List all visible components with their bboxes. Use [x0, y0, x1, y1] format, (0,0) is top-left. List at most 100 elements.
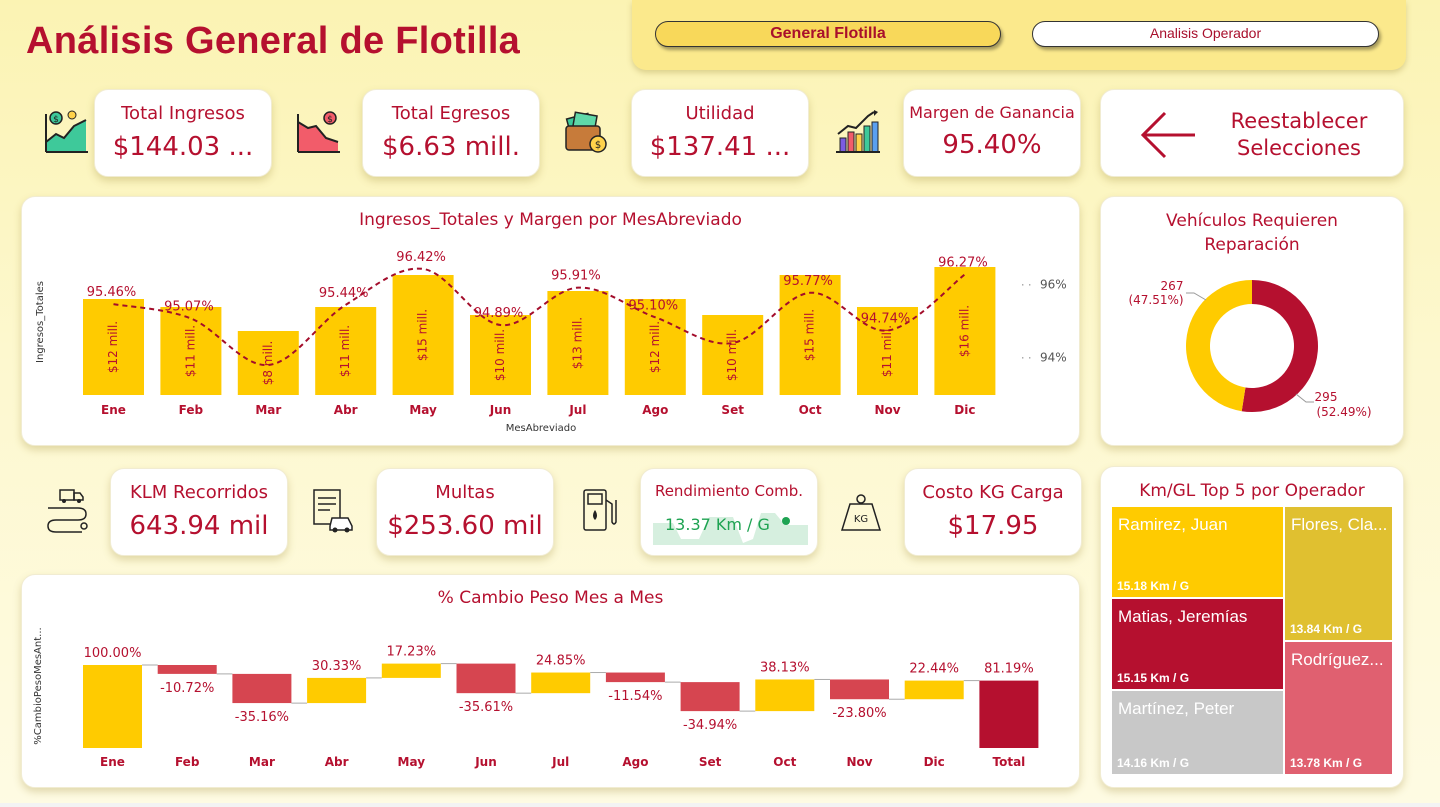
svg-text:$: $: [595, 140, 601, 151]
treemap-cell[interactable]: Rodríguez... 13.78 Km / G: [1285, 642, 1392, 774]
margin-data-label: 94.74%: [861, 312, 911, 327]
margin-data-label: 95.44%: [319, 286, 369, 301]
x-tick-label: Jul: [568, 403, 586, 417]
donut-value-label: 295: [1315, 390, 1338, 404]
revenue-bar-label: $11 mill.: [880, 325, 894, 377]
y2-tick-dots: · ·: [1021, 278, 1032, 291]
waterfall-bar: [381, 663, 441, 678]
x-tick-label: Mar: [249, 755, 275, 769]
income-chart-icon: $: [45, 110, 88, 153]
ingresos-margen-chart: $12 mill. Ene $11 mill. Feb $8 mill. Mar $11 m…: [35, 250, 1067, 434]
treemap-operator-name: Flores, Cla...: [1291, 515, 1388, 534]
leader-line: [1186, 292, 1207, 301]
waterfall-bar: [680, 682, 740, 712]
expense-chart-icon: $: [297, 111, 340, 153]
y2-tick-dots: · ·: [1021, 352, 1032, 365]
waterfall-bar: [755, 679, 815, 712]
waterfall-data-label: 38.13%: [760, 660, 810, 675]
x-tick-label: Total: [993, 755, 1026, 769]
revenue-bar-label: $11 mill.: [183, 325, 197, 377]
revenue-bar-label: $11 mill.: [338, 325, 352, 377]
kpi-label: KLM Recorridos: [129, 482, 269, 503]
chart-title: Km/GL Top 5 por Operador: [1139, 481, 1365, 501]
svg-text:$: $: [53, 115, 59, 125]
margin-data-label: 95.10%: [629, 298, 679, 313]
margin-data-label: 94.89%: [474, 306, 524, 321]
treemap-cell[interactable]: Flores, Cla... 13.84 Km / G: [1285, 507, 1392, 640]
revenue-bar-label: $12 mill.: [648, 321, 662, 373]
margin-data-label: 95.46%: [87, 285, 137, 300]
kpi-total-egresos-card: Total Egresos $6.63 mill.: [362, 89, 540, 177]
reset-selections-button[interactable]: Reestablecer Selecciones: [1100, 89, 1404, 177]
page-title: Análisis General de Flotilla: [26, 20, 521, 62]
nav-analisis-operador-button[interactable]: Analisis Operador: [1032, 21, 1379, 47]
kpi-value: $144.03 ...: [112, 132, 254, 162]
treemap-operator-name: Matias, Jeremías: [1118, 607, 1248, 626]
waterfall-data-label: 24.85%: [536, 654, 586, 669]
x-tick-label: Oct: [773, 755, 796, 769]
margin-data-label: 95.91%: [551, 269, 601, 284]
treemap-cell[interactable]: Matias, Jeremías 15.15 Km / G: [1112, 599, 1283, 689]
x-tick-label: Dic: [924, 755, 945, 769]
waterfall-bar: [605, 672, 665, 683]
x-tick-label: Jun: [489, 403, 512, 417]
kpi-total-ingresos-card: Total Ingresos $144.03 ...: [94, 89, 272, 177]
treemap-value-label: 13.78 Km / G: [1290, 756, 1363, 770]
treemap-cell[interactable]: Martínez, Peter 14.16 Km / G: [1112, 691, 1283, 774]
donut-percent-label: (52.49%): [1316, 405, 1371, 419]
svg-text:KG: KG: [854, 514, 868, 525]
x-tick-label: Ene: [101, 403, 126, 417]
wallet-icon: $: [565, 111, 607, 153]
waterfall-data-label: -34.94%: [683, 718, 737, 733]
waterfall-data-label: -23.80%: [832, 706, 886, 721]
margin-data-label: 95.07%: [164, 299, 214, 314]
donut-slice: [1241, 280, 1318, 412]
cambio-peso-waterfall-chart: 100.00% Ene -10.72% Feb -35.16% Mar 30.33% Abr 1…: [33, 627, 1039, 769]
kpi-value: $17.95: [947, 511, 1039, 541]
revenue-bar-label: $13 mill.: [570, 317, 584, 369]
waterfall-data-label: 81.19%: [984, 662, 1034, 677]
waterfall-bar: [979, 680, 1039, 748]
revenue-bar-label: $15 mill.: [803, 309, 817, 361]
kpi-costo-kg-card: Costo KG Carga $17.95: [904, 468, 1082, 556]
margin-data-label: 96.27%: [938, 255, 988, 270]
svg-text:$: $: [327, 115, 333, 125]
x-axis-title: MesAbreviado: [506, 423, 577, 434]
waterfall-data-label: -11.54%: [608, 689, 662, 704]
kpi-value: 95.40%: [942, 130, 1042, 160]
x-tick-label: Mar: [255, 403, 281, 417]
truck-route-icon: [47, 489, 88, 533]
ticket-car-icon: [313, 489, 353, 533]
treemap-operator-name: Martínez, Peter: [1118, 699, 1235, 718]
y-axis-title: %CambioPesoMesAnt...: [33, 627, 44, 744]
x-tick-label: Jun: [474, 755, 497, 769]
kpi-label: Utilidad: [685, 103, 755, 124]
waterfall-data-label: -35.61%: [459, 700, 513, 715]
y2-tick-label: 94%: [1040, 351, 1067, 365]
arrow-left-icon: [1140, 111, 1195, 159]
x-tick-label: Abr: [325, 755, 349, 769]
kpi-label: Total Ingresos: [121, 103, 245, 124]
x-tick-label: Ago: [622, 755, 648, 769]
reset-label-line2: Selecciones: [1237, 136, 1361, 160]
waterfall-bar: [307, 677, 367, 704]
kpi-value: $6.63 mill.: [382, 132, 520, 162]
x-tick-label: Abr: [334, 403, 358, 417]
waterfall-bar: [83, 665, 142, 748]
nav-general-flotilla-button[interactable]: General Flotilla: [655, 21, 1001, 47]
page-tab-strip: [0, 803, 1440, 807]
treemap-value-label: 15.15 Km / G: [1117, 671, 1190, 685]
kpi-value: $253.60 mil: [387, 511, 543, 541]
waterfall-data-label: 100.00%: [84, 646, 142, 661]
x-tick-label: Ago: [642, 403, 668, 417]
fuel-pump-icon: [583, 489, 617, 531]
donut-percent-label: (47.51%): [1128, 293, 1183, 307]
treemap-cell[interactable]: Ramirez, Juan 15.18 Km / G: [1112, 507, 1283, 597]
kpi-label: Total Egresos: [391, 103, 511, 124]
status-dot: [782, 517, 790, 525]
x-tick-label: Dic: [954, 403, 975, 417]
donut-slice: [1185, 280, 1252, 412]
waterfall-bar: [531, 672, 591, 694]
y-axis-title: Ingresos_Totales: [35, 281, 46, 363]
kpi-label: Multas: [435, 482, 495, 503]
